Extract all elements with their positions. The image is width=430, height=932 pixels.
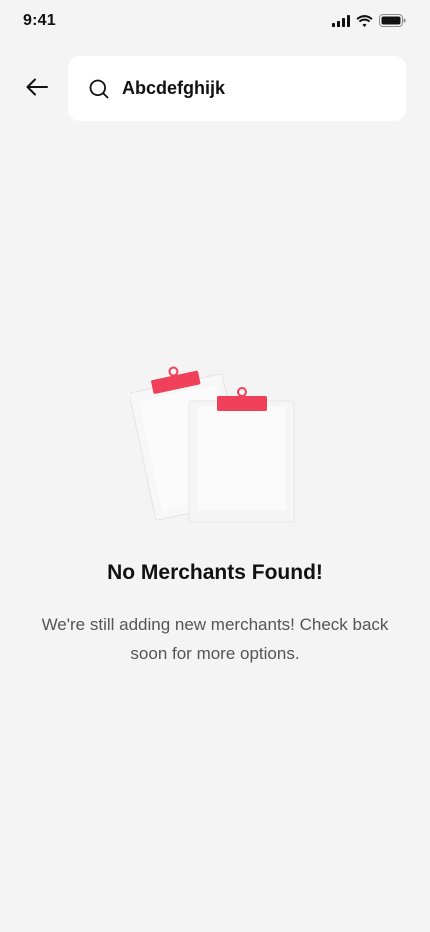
battery-icon [379, 14, 406, 32]
status-time: 9:41 [23, 12, 56, 29]
status-icons [332, 14, 406, 32]
status-bar: 9:41 [0, 0, 430, 44]
empty-state-message: We're still adding new merchants! Check … [41, 615, 389, 663]
arrow-left-icon [26, 78, 48, 101]
search-box[interactable] [68, 56, 406, 121]
back-button[interactable] [18, 70, 56, 108]
search-icon [88, 78, 110, 100]
search-input[interactable] [122, 78, 372, 99]
wifi-icon [356, 14, 373, 32]
empty-state-title: No Merchants Found! [107, 561, 323, 584]
clipboards-illustration [129, 360, 300, 530]
cellular-signal-icon [332, 14, 350, 32]
search-header [0, 56, 430, 122]
